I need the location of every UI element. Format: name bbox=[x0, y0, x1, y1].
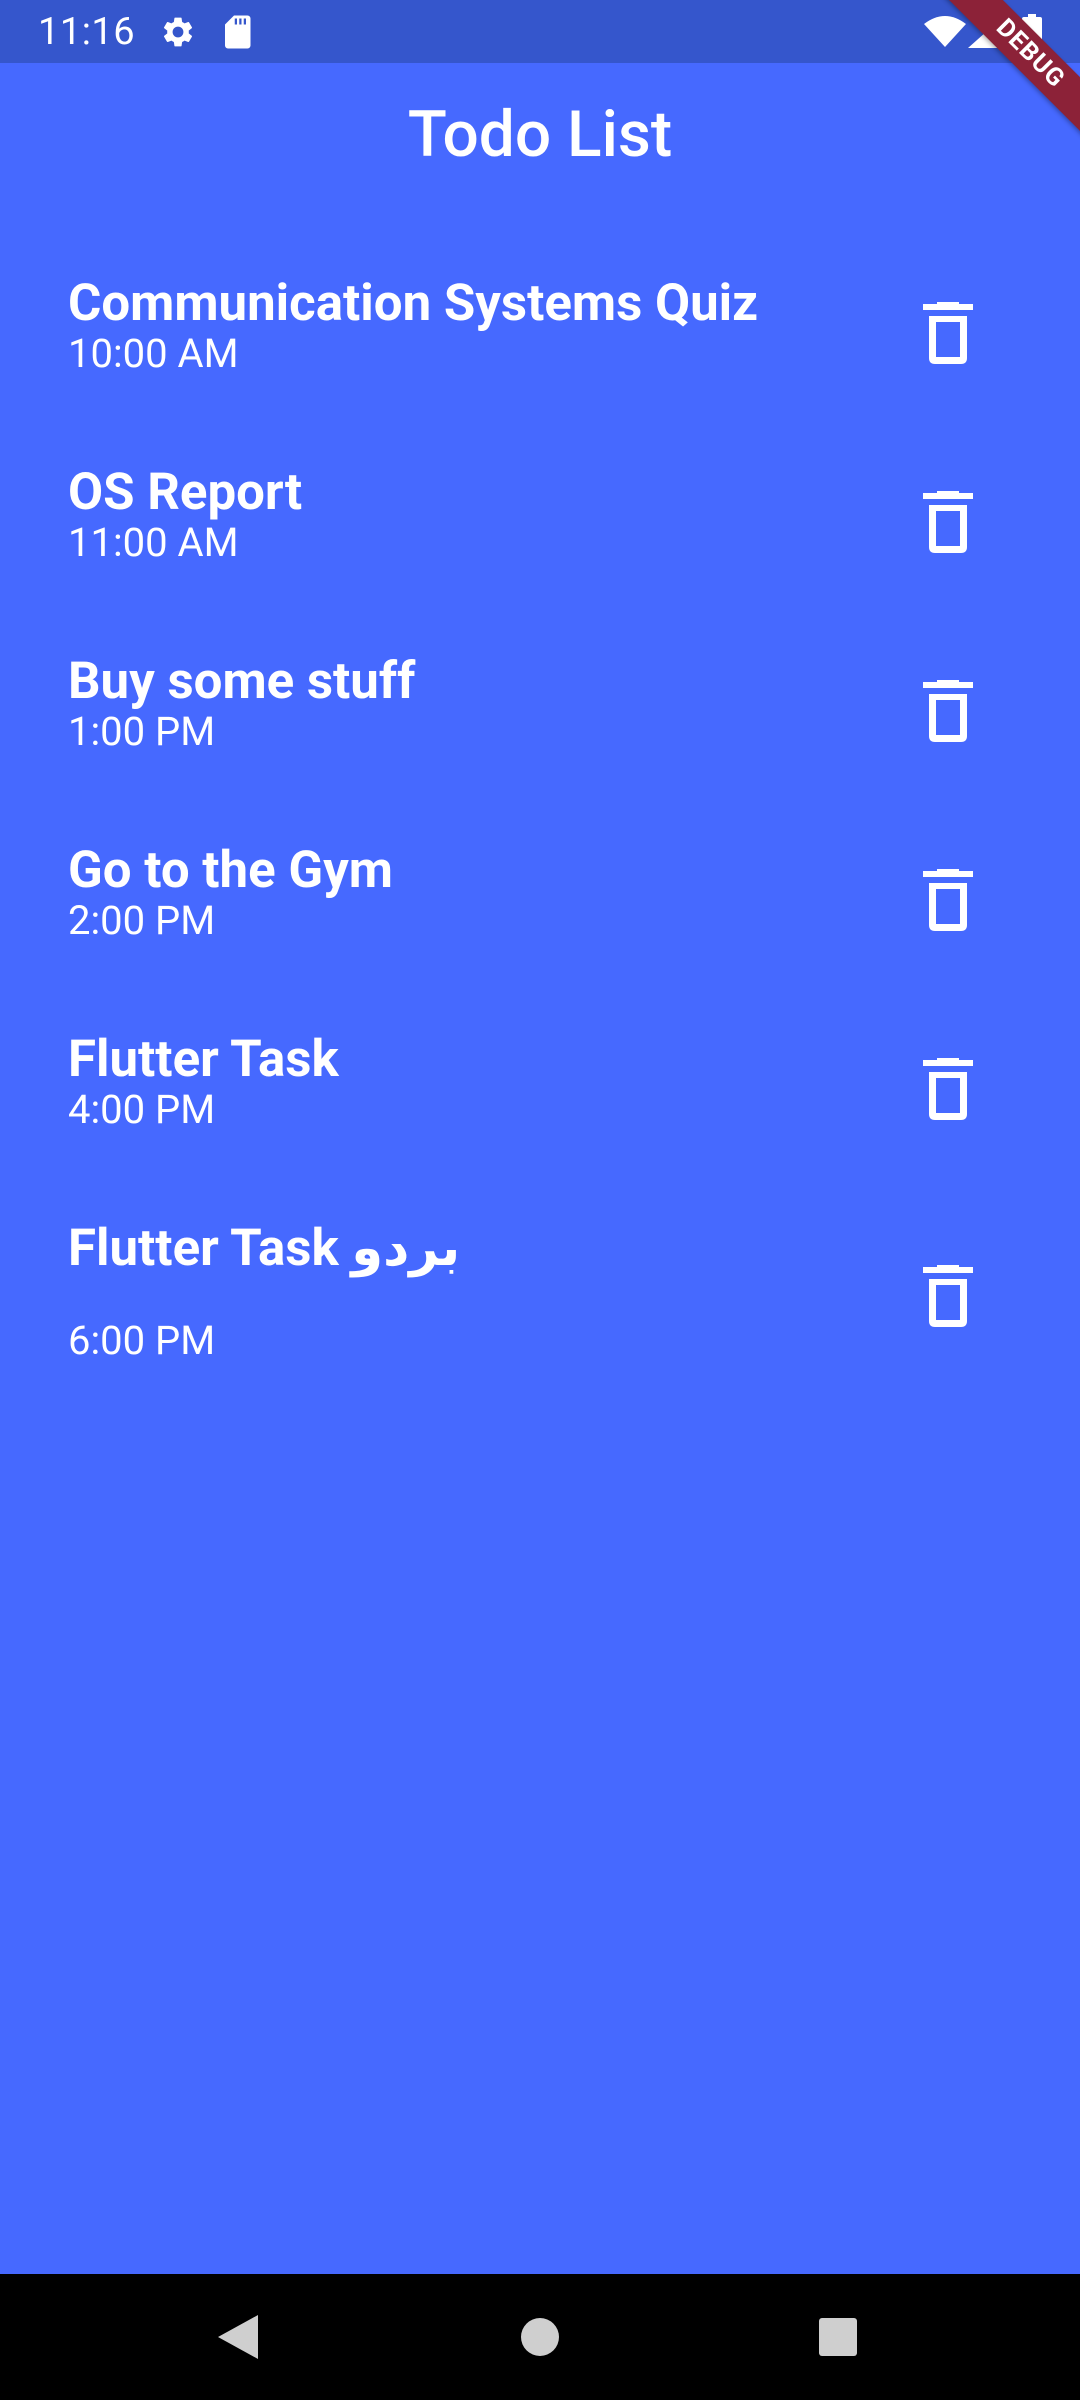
todo-time: 1:00 PM bbox=[68, 708, 216, 755]
todo-time: 11:00 AM bbox=[68, 519, 239, 566]
delete-button[interactable] bbox=[918, 298, 978, 368]
page-title: Todo List bbox=[407, 97, 673, 172]
recents-button[interactable] bbox=[778, 2274, 898, 2400]
gear-icon bbox=[160, 14, 196, 54]
recents-icon bbox=[819, 2318, 857, 2356]
status-bar: 11:16 bbox=[0, 0, 1080, 63]
delete-button[interactable] bbox=[918, 676, 978, 746]
back-button[interactable] bbox=[178, 2274, 298, 2400]
todo-list: Communication Systems Quiz 10:00 AM OS R… bbox=[0, 258, 1080, 1423]
trash-icon bbox=[923, 1265, 973, 1327]
delete-button[interactable] bbox=[918, 487, 978, 557]
todo-time: 6:00 PM bbox=[68, 1317, 216, 1364]
trash-icon bbox=[923, 302, 973, 364]
sd-card-icon bbox=[222, 14, 252, 54]
delete-button[interactable] bbox=[918, 1261, 978, 1331]
todo-item: Go to the Gym 2:00 PM bbox=[0, 825, 1080, 1014]
status-time: 11:16 bbox=[38, 10, 136, 54]
todo-item: Flutter Task 4:00 PM bbox=[0, 1014, 1080, 1203]
todo-time: 4:00 PM bbox=[68, 1086, 216, 1133]
trash-icon bbox=[923, 1058, 973, 1120]
todo-time: 2:00 PM bbox=[68, 897, 216, 944]
navigation-bar bbox=[0, 2274, 1080, 2400]
todo-item: OS Report 11:00 AM bbox=[0, 447, 1080, 636]
home-button[interactable] bbox=[480, 2274, 600, 2400]
todo-title: Go to the Gym bbox=[68, 841, 393, 900]
todo-title: Flutter Task بردو bbox=[68, 1219, 461, 1278]
todo-time: 10:00 AM bbox=[68, 330, 239, 377]
signal-icon bbox=[968, 16, 1004, 52]
todo-title: Flutter Task bbox=[68, 1030, 339, 1089]
todo-title: OS Report bbox=[68, 463, 303, 522]
wifi-icon bbox=[924, 16, 966, 52]
todo-title: Buy some stuff bbox=[68, 652, 416, 711]
battery-icon bbox=[1022, 14, 1042, 54]
trash-icon bbox=[923, 680, 973, 742]
home-icon bbox=[521, 2318, 559, 2356]
todo-item: Communication Systems Quiz 10:00 AM bbox=[0, 258, 1080, 447]
todo-title: Communication Systems Quiz bbox=[68, 274, 759, 333]
todo-item: Flutter Task بردو 6:00 PM bbox=[0, 1203, 1080, 1423]
trash-icon bbox=[923, 491, 973, 553]
trash-icon bbox=[923, 869, 973, 931]
back-icon bbox=[218, 2315, 258, 2359]
delete-button[interactable] bbox=[918, 1054, 978, 1124]
todo-item: Buy some stuff 1:00 PM bbox=[0, 636, 1080, 825]
delete-button[interactable] bbox=[918, 865, 978, 935]
